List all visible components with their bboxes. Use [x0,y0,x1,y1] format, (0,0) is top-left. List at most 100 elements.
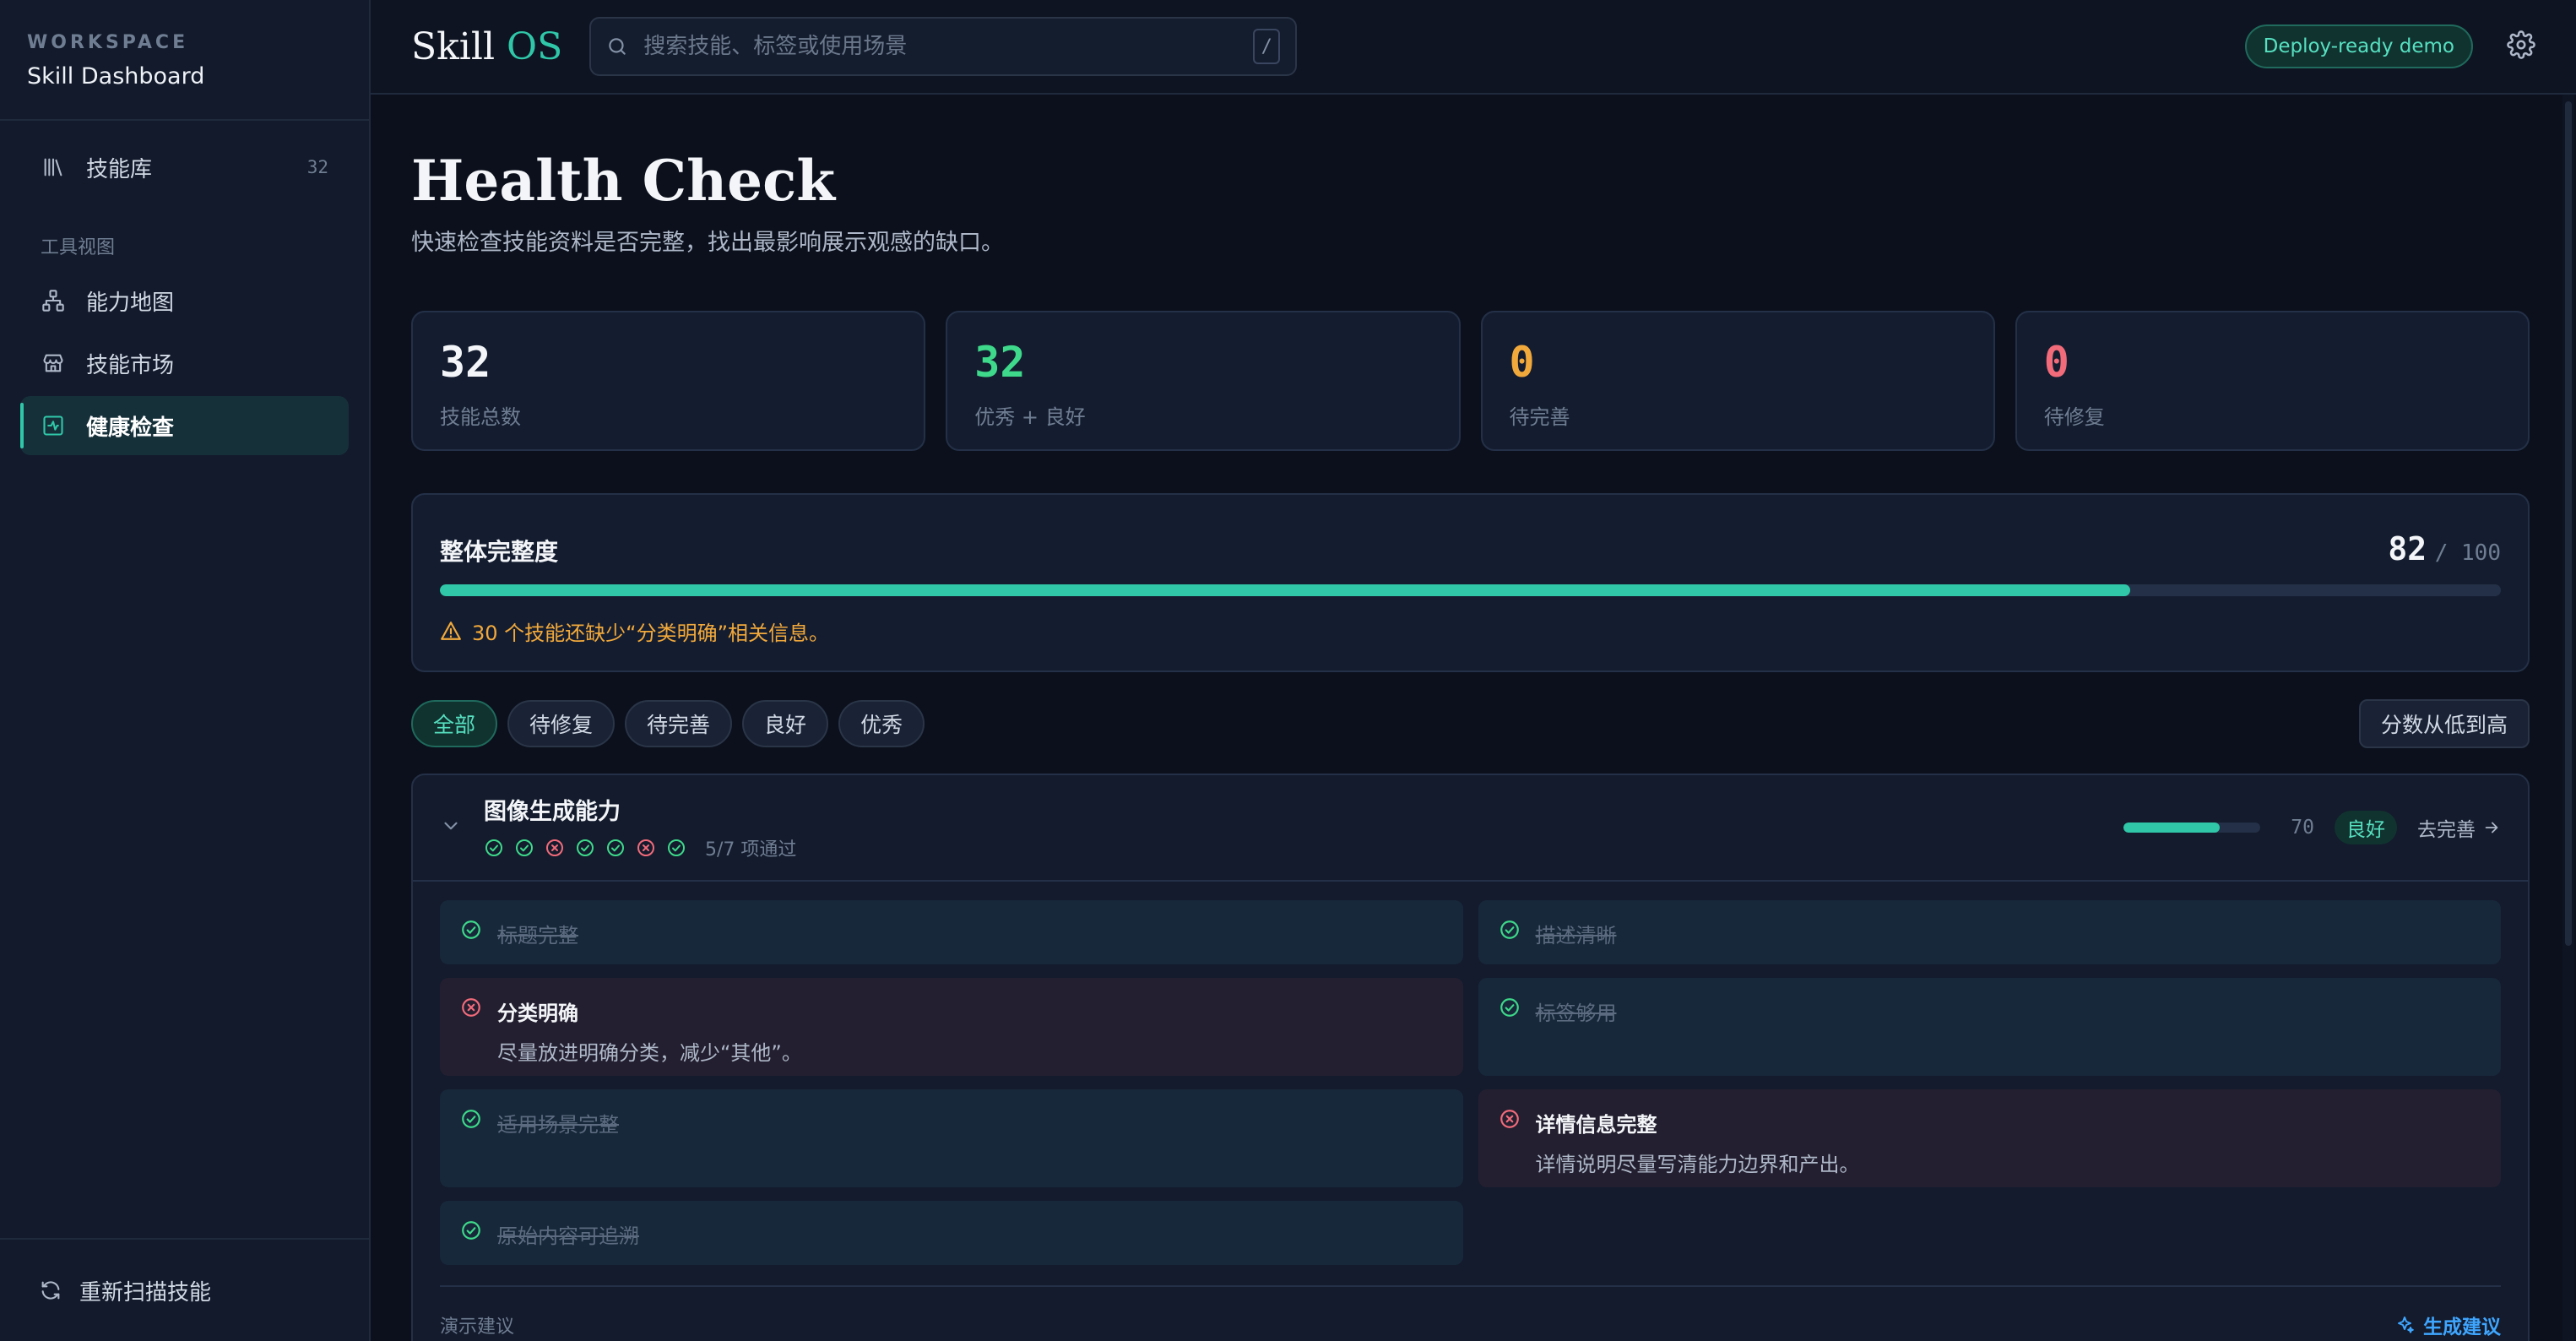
check-item: 适用场景完整 [440,1089,1463,1187]
stat-value: 32 [440,337,491,387]
check-circle-icon [666,838,686,858]
library-count: 32 [306,157,328,177]
sidebar-item-health-check[interactable]: 健康检查 [20,396,349,455]
skill-score: 70 [2291,816,2314,839]
check-circle-icon [605,838,626,858]
stat-card-to-improve: 0 待完善 [1480,310,1995,451]
health-icon [41,413,66,438]
rescan-button[interactable]: 重新扫描技能 [0,1238,369,1341]
scrollbar-thumb[interactable] [2565,101,2572,946]
x-circle-icon [460,996,482,1018]
stats-row: 32 技能总数 32 优秀 + 良好 0 待完善 0 待修复 [411,310,2530,451]
stat-label: 技能总数 [440,404,521,429]
stat-value: 0 [2043,337,2069,387]
check-circle-icon [460,1219,482,1241]
check-item: 详情信息完整 详情说明尽量写清能力边界和产出。 [1478,1089,2501,1187]
sidebar-item-market[interactable]: 技能市场 [20,334,349,393]
sidebar-item-label: 技能库 [86,156,153,182]
warning-icon [441,622,461,640]
network-icon [41,288,66,313]
check-circle-icon [1499,996,1521,1018]
warning-text: 30 个技能还缺少“分类明确”相关信息。 [472,621,830,645]
x-circle-icon [1499,1108,1521,1130]
filter-chip-good[interactable]: 良好 [742,699,829,747]
x-circle-icon [545,838,565,858]
scrollbar[interactable] [2562,95,2574,1341]
improve-link[interactable]: 去完善 [2417,813,2501,842]
page-subtitle: 快速检查技能资料是否完整，找出最影响展示观感的缺口。 [411,229,1004,256]
rescan-label: 重新扫描技能 [79,1279,212,1306]
check-item: 标题完整 [440,899,1463,964]
check-circle-icon [514,838,534,858]
refresh-icon [41,1281,60,1300]
sidebar-nav: 技能库 32 工具视图 能力地图 技能市场 健康检查 [0,121,369,475]
page-content: Health Check 快速检查技能资料是否完整，找出最影响展示观感的缺口。 … [371,150,2576,1341]
stat-value: 0 [1509,337,1535,387]
check-item-label: 适用场景完整 [497,1112,619,1137]
demo-badge: Deploy-ready demo [2244,24,2473,68]
suggestion-row: 演示建议 生成建议 [440,1284,2501,1339]
stat-card-total: 32 技能总数 [411,310,926,451]
filter-chip-excellent[interactable]: 优秀 [838,699,925,747]
sidebar-item-capability-map[interactable]: 能力地图 [20,271,349,330]
workspace-label: WORKSPACE [27,32,189,53]
improve-label: 去完善 [2417,818,2476,841]
check-item-text: 详情信息完整 详情说明尽量写清能力边界和产出。 [1536,1108,1860,1177]
grade-badge: 良好 [2335,810,2397,844]
filter-chip-to-fix[interactable]: 待修复 [507,699,616,747]
chevron-down-icon [444,822,458,829]
sidebar-item-label: 能力地图 [86,290,175,316]
completeness-card: 整体完整度 82 / 100 30 个技能还缺少“分类明确”相关信息。 [411,492,2530,672]
app: WORKSPACE Skill Dashboard 技能库 32 工具视图 能力… [0,0,2576,1341]
skill-card-header[interactable]: 图像生成能力 5/7 项通过 70 良好 去完善 [413,775,2528,882]
library-icon [41,155,66,180]
check-item: 标签够用 [1478,977,2501,1076]
brand-main: Skill [411,24,496,68]
search-input[interactable] [643,34,1254,59]
score-max: / 100 [2434,540,2501,566]
suggestion-label: 演示建议 [440,1316,515,1338]
workspace-header: WORKSPACE Skill Dashboard [0,0,369,121]
check-item-label: 原始内容可追溯 [497,1224,639,1248]
check-item-description: 详情说明尽量写清能力边界和产出。 [1535,1152,1860,1176]
sparkle-icon [2398,1316,2414,1333]
page-title: Health Check [411,148,836,214]
check-item: 原始内容可追溯 [440,1200,1463,1265]
check-circle-icon [1499,919,1521,941]
check-item-text: 标题完整 [497,919,578,948]
filter-chip-to-improve[interactable]: 待完善 [625,699,733,747]
skill-name: 图像生成能力 [484,799,621,826]
passed-count: 5/7 项通过 [705,839,797,861]
search-shortcut-key: / [1253,29,1281,64]
stat-value: 32 [974,337,1026,387]
sidebar: WORKSPACE Skill Dashboard 技能库 32 工具视图 能力… [0,0,371,1341]
settings-button[interactable] [2507,30,2535,62]
completeness-score: 82 / 100 [2388,530,2501,567]
collapse-toggle[interactable] [440,815,462,840]
sidebar-item-label: 技能市场 [86,352,175,378]
check-circle-icon [460,919,482,941]
check-item: 描述清晰 [1478,899,2501,964]
stat-label: 优秀 + 良好 [974,404,1086,429]
check-item-text: 标签够用 [1536,996,1617,1026]
search-box: / [589,17,1298,76]
score-value: 82 [2388,529,2427,567]
gear-icon [2507,30,2535,59]
skill-score-bar [2123,822,2261,833]
check-item-text: 描述清晰 [1536,919,1617,948]
filter-chip-all[interactable]: 全部 [411,699,498,747]
completeness-warning: 30 个技能还缺少“分类明确”相关信息。 [440,616,2501,646]
check-summary: 5/7 项通过 [484,834,796,861]
generate-suggestion-button[interactable]: 生成建议 [2394,1311,2501,1339]
brand-logo[interactable]: Skill OS [411,25,562,68]
sidebar-item-library[interactable]: 技能库 32 [20,138,349,197]
check-item-label: 分类明确 [497,1001,578,1025]
stat-card-to-fix: 0 待修复 [2015,310,2530,451]
skill-meta: 图像生成能力 5/7 项通过 [484,793,796,861]
x-circle-icon [636,838,656,858]
sort-button[interactable]: 分数从低到高 [2358,698,2530,748]
check-item-text: 原始内容可追溯 [497,1219,639,1249]
nav-group-label: 工具视图 [41,237,116,258]
generate-label: 生成建议 [2423,1316,2501,1338]
filter-bar: 全部 待修复 待完善 良好 优秀 分数从低到高 [411,698,2530,748]
